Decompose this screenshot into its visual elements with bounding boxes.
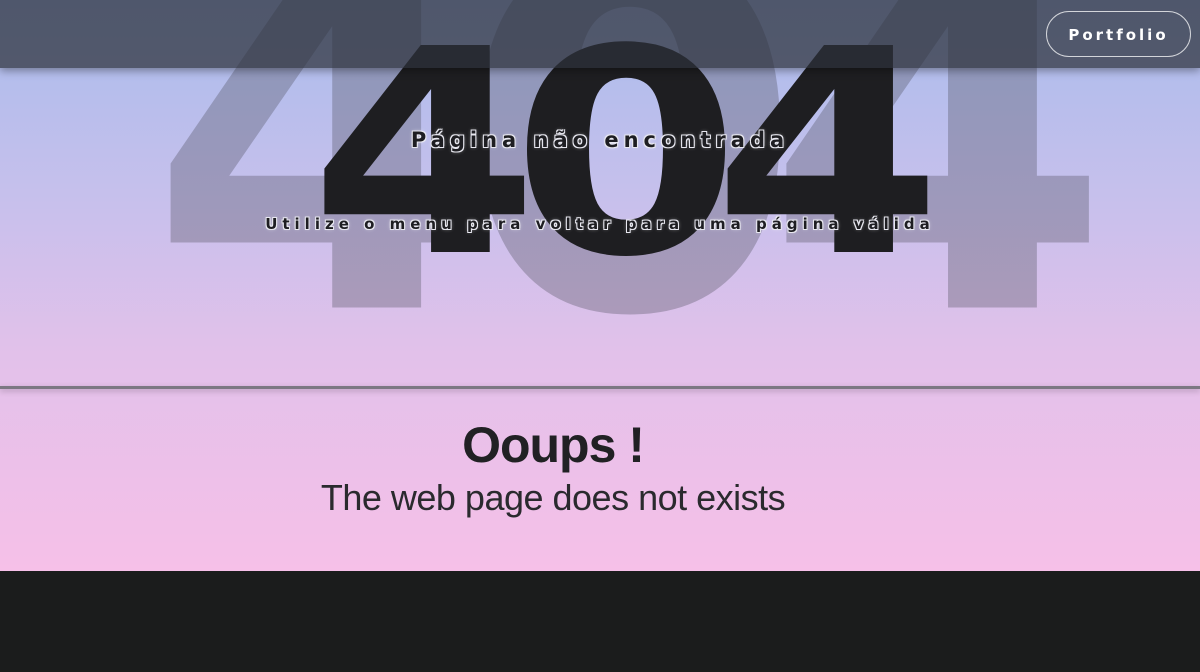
dark-footer-area [0,571,1200,672]
page-not-found-subtitle: Página não encontrada [410,128,790,152]
top-navbar: Portfolio [0,0,1200,68]
not-found-message: The web page does not exists [320,477,786,518]
section-divider [0,386,1200,389]
portfolio-button[interactable]: Portfolio [1046,11,1191,57]
menu-hint-text: Utilize o menu para voltar para uma pági… [265,215,935,233]
page: 404 404 Portfolio Página não encontrada … [0,0,1200,672]
error-hero: 404 404 Portfolio Página não encontrada … [0,0,1200,571]
oops-title: Ooups ! [462,417,645,473]
